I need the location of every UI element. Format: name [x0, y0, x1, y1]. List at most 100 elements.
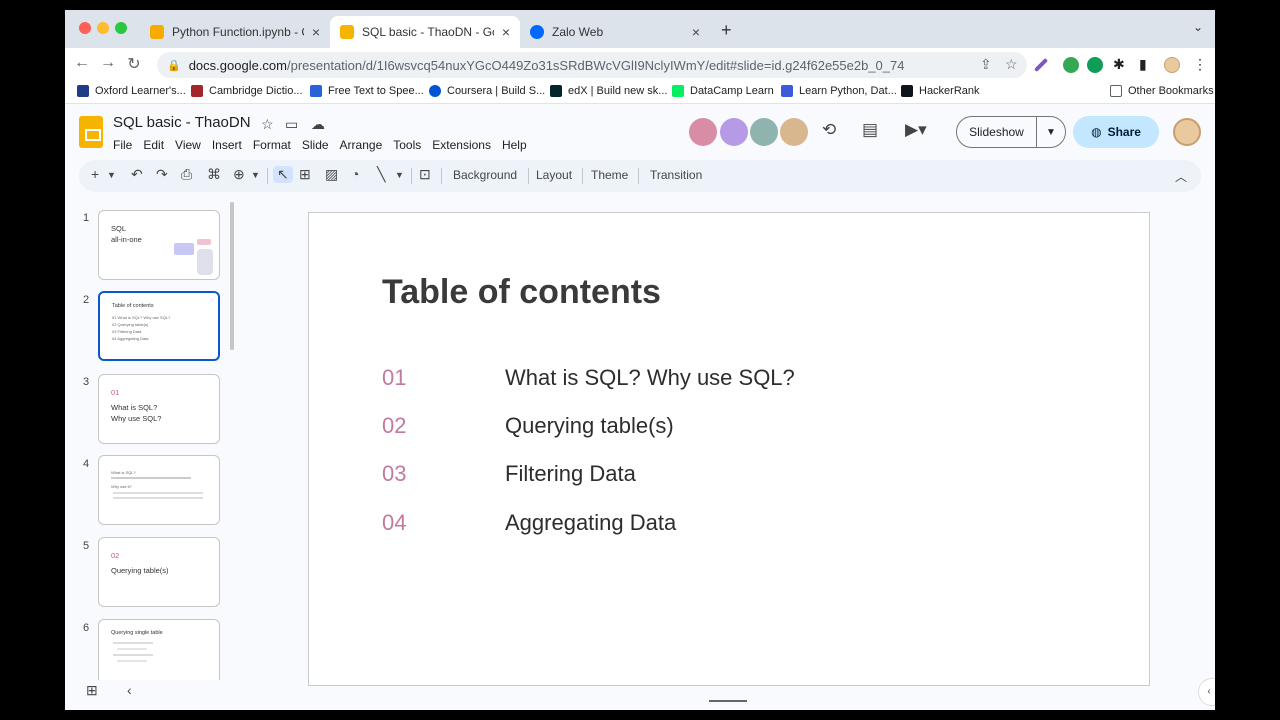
image-icon[interactable]: ▨ — [325, 166, 338, 183]
grammarly-extension-icon[interactable] — [1063, 57, 1079, 73]
zoom-icon[interactable]: ⊕ — [233, 166, 245, 183]
slide-number: 5 — [83, 540, 90, 552]
close-tab-icon[interactable]: × — [692, 24, 700, 40]
menu-slide[interactable]: Slide — [302, 138, 329, 152]
collaborator-avatar[interactable] — [720, 118, 748, 146]
pen-extension-icon[interactable] — [1033, 57, 1049, 73]
toc-item[interactable]: 02 Querying table(s) — [382, 413, 674, 439]
maximize-window-icon[interactable] — [115, 22, 127, 34]
bookmark-cambridge[interactable]: Cambridge Dictio... — [191, 85, 303, 97]
select-cursor-icon[interactable]: ↖ — [273, 166, 293, 183]
extensions-puzzle-icon[interactable]: ✱ — [1113, 56, 1125, 73]
toc-item[interactable]: 03 Filtering Data — [382, 461, 636, 487]
profile-avatar[interactable] — [1164, 57, 1180, 73]
meet-camera-icon[interactable]: ▶▾ — [905, 120, 927, 140]
kebab-menu-icon[interactable]: ⋮ — [1193, 56, 1207, 73]
chevron-down-icon[interactable]: ▼ — [107, 170, 116, 180]
bookmark-oxford[interactable]: Oxford Learner's... — [77, 85, 186, 97]
bookmark-learnpython[interactable]: Learn Python, Dat... — [781, 85, 897, 97]
print-icon[interactable]: ⎙ — [181, 166, 192, 183]
slideshow-label[interactable]: Slideshow — [957, 117, 1037, 147]
chevron-down-icon[interactable]: ▼ — [1037, 127, 1065, 138]
share-button[interactable]: ◍ Share — [1073, 116, 1159, 148]
comment-add-icon[interactable]: ⊡ — [419, 166, 431, 183]
move-folder-icon[interactable]: ▭ — [285, 116, 298, 133]
transition-button[interactable]: Transition — [650, 168, 702, 182]
slide-thumbnail-3[interactable]: 01 What is SQL? Why use SQL? — [98, 374, 220, 444]
version-history-icon[interactable]: ⟲ — [822, 120, 836, 140]
minimize-window-icon[interactable] — [97, 22, 109, 34]
share-label: Share — [1107, 125, 1141, 139]
paint-format-icon[interactable]: ⌘ — [207, 166, 221, 183]
slide-canvas[interactable]: Table of contents 01 What is SQL? Why us… — [308, 212, 1150, 686]
extension-icon[interactable] — [1087, 57, 1103, 73]
bookmark-label: Other Bookmarks — [1128, 85, 1214, 97]
user-avatar[interactable] — [1173, 118, 1201, 146]
tab-zalo[interactable]: Zalo Web × — [520, 16, 710, 48]
background-button[interactable]: Background — [453, 168, 517, 182]
slide-title[interactable]: Table of contents — [382, 273, 661, 312]
textbox-icon[interactable]: ⊞ — [299, 166, 311, 183]
theme-button[interactable]: Theme — [591, 168, 628, 182]
menu-format[interactable]: Format — [253, 138, 291, 152]
comments-icon[interactable]: ▤ — [862, 120, 878, 140]
menu-help[interactable]: Help — [502, 138, 527, 152]
tab-colab[interactable]: Python Function.ipynb - Colab × — [140, 16, 330, 48]
new-tab-icon[interactable]: + — [721, 20, 732, 41]
bookmark-star-icon[interactable]: ☆ — [1005, 56, 1018, 73]
thumb-line: Querying table(s) — [111, 566, 169, 575]
side-panel-toggle-icon[interactable]: ‹ — [1198, 678, 1215, 706]
collaborator-avatar[interactable] — [750, 118, 778, 146]
chevron-down-icon[interactable]: ⌄ — [1193, 20, 1203, 34]
toc-item[interactable]: 04 Aggregating Data — [382, 510, 676, 536]
bookmark-datacamp[interactable]: DataCamp Learn — [672, 85, 774, 97]
reload-icon[interactable]: ↻ — [123, 54, 145, 74]
document-title[interactable]: SQL basic - ThaoDN — [113, 114, 251, 131]
tab-slides[interactable]: SQL basic - ThaoDN - Google × — [330, 16, 520, 48]
layout-button[interactable]: Layout — [536, 168, 572, 182]
menu-view[interactable]: View — [175, 138, 201, 152]
close-window-icon[interactable] — [79, 22, 91, 34]
grid-view-icon[interactable]: ⊞ — [86, 682, 98, 699]
slides-logo-icon[interactable] — [79, 116, 103, 148]
speaker-notes-handle[interactable] — [709, 700, 747, 702]
close-tab-icon[interactable]: × — [502, 24, 510, 40]
address-bar[interactable]: 🔒 docs.google.com /presentation/d/1I6wsv… — [157, 52, 1027, 78]
new-slide-icon[interactable]: + — [91, 166, 99, 182]
menu-edit[interactable]: Edit — [143, 138, 164, 152]
slide-thumbnail-1[interactable]: SQL all-in-one — [98, 210, 220, 280]
redo-icon[interactable]: ↷ — [156, 166, 168, 183]
slide-thumbnail-4[interactable]: What is SQL? Why use it? — [98, 455, 220, 525]
bookmark-edx[interactable]: edX | Build new sk... — [550, 85, 667, 97]
slide-thumbnail-6[interactable]: Querying single table — [98, 619, 220, 680]
filmstrip-scrollbar[interactable] — [230, 202, 234, 350]
toc-item[interactable]: 01 What is SQL? Why use SQL? — [382, 365, 795, 391]
chevron-down-icon[interactable]: ▼ — [395, 170, 404, 180]
menu-arrange[interactable]: Arrange — [340, 138, 383, 152]
collaborator-avatar[interactable] — [689, 118, 717, 146]
menu-file[interactable]: File — [113, 138, 132, 152]
slideshow-button[interactable]: Slideshow ▼ — [956, 116, 1066, 148]
forward-icon[interactable]: → — [97, 54, 119, 72]
slide-thumbnail-5[interactable]: 02 Querying table(s) — [98, 537, 220, 607]
star-icon[interactable]: ☆ — [261, 116, 274, 133]
back-icon[interactable]: ← — [71, 54, 93, 72]
shape-icon[interactable]: ◔ — [351, 166, 359, 182]
other-bookmarks[interactable]: Other Bookmarks — [1110, 85, 1214, 97]
bookmark-coursera[interactable]: Coursera | Build S... — [429, 85, 545, 97]
chevron-down-icon[interactable]: ▼ — [251, 170, 260, 180]
collapse-filmstrip-icon[interactable]: ‹ — [127, 682, 132, 698]
sidebar-icon[interactable]: ▮ — [1139, 56, 1147, 73]
bookmark-tts[interactable]: Free Text to Spee... — [310, 85, 424, 97]
undo-icon[interactable]: ↶ — [131, 166, 143, 183]
collapse-toolbar-icon[interactable]: ︿ — [1175, 168, 1187, 185]
slide-thumbnail-2[interactable]: Table of contents 01 What is SQL? Why us… — [98, 291, 220, 361]
collaborator-avatar[interactable] — [780, 118, 808, 146]
menu-insert[interactable]: Insert — [212, 138, 242, 152]
close-tab-icon[interactable]: × — [312, 24, 320, 40]
share-page-icon[interactable]: ⇪ — [980, 56, 992, 73]
menu-extensions[interactable]: Extensions — [432, 138, 491, 152]
menu-tools[interactable]: Tools — [393, 138, 421, 152]
bookmark-hackerrank[interactable]: HackerRank — [901, 85, 980, 97]
line-icon[interactable]: ╲ — [377, 166, 385, 183]
